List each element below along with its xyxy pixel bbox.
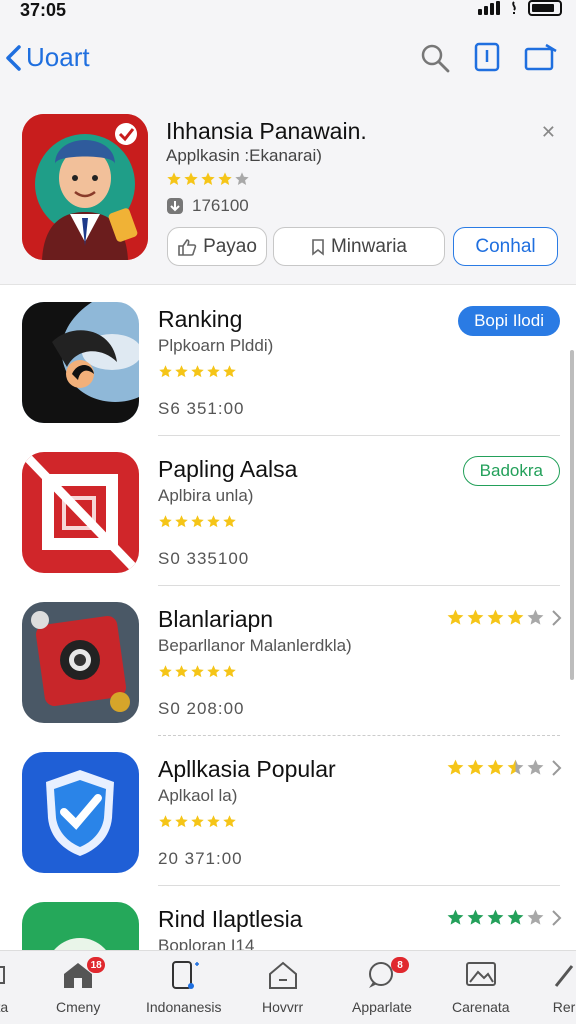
app-title: Apllkasia Popular [158,756,336,782]
chevron-right-icon [552,609,562,626]
list-item[interactable]: Blanlariapn Beparllanor Malanlerdkla) S0… [0,586,576,736]
app-rating [158,363,238,381]
pay-button-label: Payao [203,235,257,257]
shield-app-icon [22,752,139,873]
status-indicators [478,0,562,16]
get-button[interactable]: Bopi Ilodi [458,306,560,336]
wishlist-button-label: Minwaria [330,235,408,257]
update-button[interactable]: Badokra [462,456,560,486]
scrollbar[interactable] [570,350,574,680]
app-title: Rind Ilaptlesia [158,906,303,932]
list-item[interactable]: Apllkasia Popular Aplkaol la) 20 371:00 [0,736,576,886]
tab-label: Indonanesis [146,999,222,1015]
header-actions [420,42,558,74]
search-icon[interactable] [420,43,450,73]
thumb-icon [178,238,197,256]
photo-icon [465,962,496,986]
app-title: Blanlariapn [158,606,274,632]
list-item[interactable]: Ranking Plpkoarn Plddi) S6 351:00 Bopi I… [0,286,576,436]
tab-home[interactable]: 18 Cmeny [56,957,106,1015]
notification-badge: 8 [390,957,409,973]
app-size: 20 371:00 [158,849,243,868]
wifi-icon [512,1,516,14]
tab-partial-right[interactable]: Rer [552,959,576,1015]
tab-label: Rer [552,999,576,1015]
nav-header: Uoart [0,22,576,100]
app-size: S0 335100 [158,549,250,568]
install-button[interactable]: Conhal [453,227,558,266]
battery-icon [528,0,562,16]
featured-app-size-row: 176100 [166,196,249,216]
bookmark-outline-icon [312,238,324,256]
chevron-right-icon [552,909,562,926]
tab-bar: rta 18 Cmeny Indonanesis Hovvrr 8 Apparl… [0,950,576,1024]
status-bar: 37:05 [0,0,576,22]
app-title: Papling Aalsa [158,456,298,482]
papling-app-icon [22,452,139,573]
house-outline-icon [268,961,297,989]
tab-camera[interactable]: Carenata [452,959,510,1015]
app-subtitle: Aplkaol la) [158,786,238,805]
tab-label: Cmeny [56,999,101,1015]
tab-hover[interactable]: Hovvrr [262,959,303,1015]
back-label: Uoart [26,42,90,72]
chevron-right-icon [552,759,562,776]
app-title: Ranking [158,306,243,332]
app-score[interactable] [446,758,562,777]
download-icon [167,198,183,214]
app-size: S0 208:00 [158,699,245,718]
featured-app-size: 176100 [192,196,249,215]
app-subtitle: Boploran I14 [158,936,255,950]
tab-label: Hovvrr [262,999,304,1015]
bookmark-icon[interactable] [474,42,500,74]
status-time: 37:05 [20,0,67,20]
app-score[interactable] [446,608,562,627]
tab-partial-left[interactable]: rta [0,959,10,1015]
wishlist-button[interactable]: Minwaria [273,227,445,266]
back-button[interactable]: Uoart [4,42,90,73]
featured-app-icon[interactable] [22,114,148,260]
list-item[interactable]: Rind Ilaptlesia Boploran I14 [0,886,576,950]
featured-app-rating [166,170,251,188]
ranking-app-icon [22,302,139,423]
install-button-label: Conhal [475,235,536,257]
app-rating [158,513,238,531]
tab-label: Carenata [452,999,510,1015]
app-subtitle: Aplbira unla) [158,486,254,505]
notification-badge: 18 [87,957,106,973]
app-size: S6 351:00 [158,399,245,418]
featured-app-title: Ihhansia Panawain. [166,118,367,144]
featured-app-card: Ihhansia Panawain. Applkasin :Ekanarai) … [0,100,576,285]
app-subtitle: Plpkoarn Plddi) [158,336,274,355]
chevron-left-icon [6,44,21,71]
app-score[interactable] [446,908,562,927]
share-icon[interactable] [524,43,558,73]
app-rating [158,663,238,681]
app-rating [158,813,238,831]
featured-app-subtitle: Applkasin :Ekanarai) [166,146,322,165]
tab-indonesia[interactable]: Indonanesis [146,959,222,1015]
grid-icon [0,966,5,984]
rind-app-icon [22,902,139,950]
device-icon [171,961,199,989]
list-item[interactable]: Papling Aalsa Aplbira unla) S0 335100 Ba… [0,436,576,586]
tab-apps[interactable]: 8 Apparlate [352,957,412,1015]
tab-label: Apparlate [352,999,412,1015]
pen-icon [554,965,574,987]
signal-icon [478,1,500,15]
close-icon[interactable]: ✕ [541,122,556,143]
tab-label: rta [0,999,9,1015]
pay-button[interactable]: Payao [167,227,267,266]
app-subtitle: Beparllanor Malanlerdkla) [158,636,352,655]
blanlariapn-app-icon [22,602,139,723]
